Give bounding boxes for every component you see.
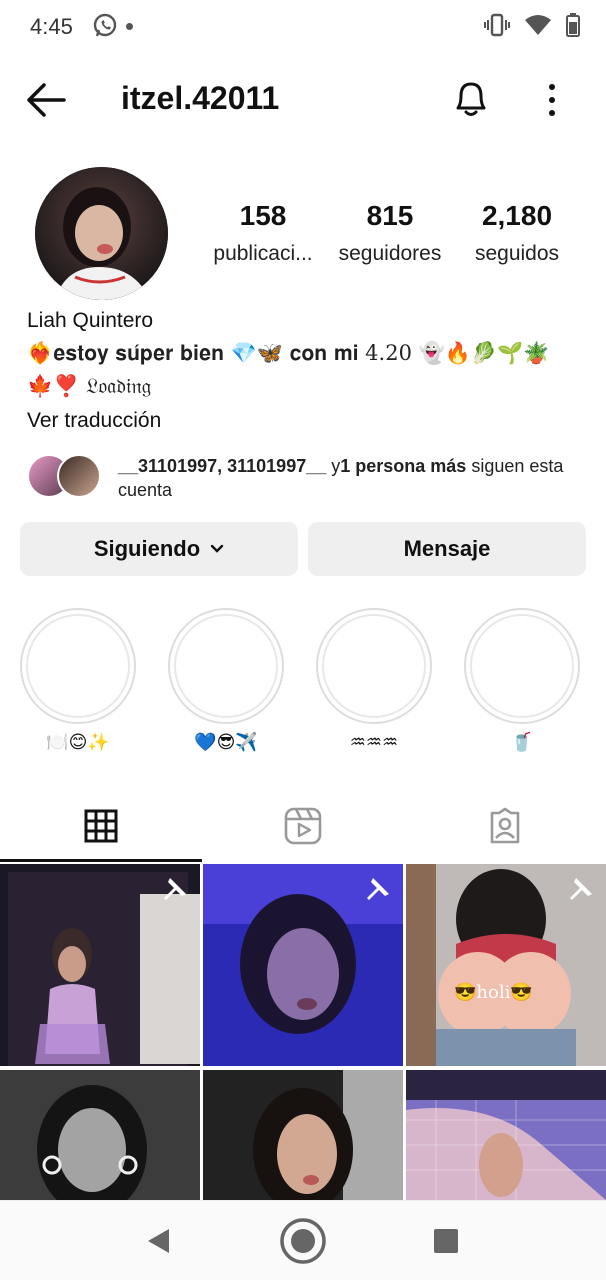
nav-recents-icon	[434, 1229, 458, 1253]
post-image	[203, 1070, 403, 1200]
bell-icon[interactable]	[452, 78, 490, 118]
profile-full-name: Liah Quintero	[27, 309, 154, 332]
profile-stats: 158 publicaci... 815 seguidores 2,180 se…	[200, 200, 580, 266]
following-button-label: Siguiendo	[93, 536, 201, 561]
message-button-label: Mensaje	[403, 536, 491, 561]
nav-home-button[interactable]	[263, 1201, 343, 1281]
nav-back-icon	[148, 1229, 169, 1253]
tab-tagged[interactable]	[404, 790, 606, 862]
status-bar: 4:45	[0, 0, 606, 52]
reels-icon	[284, 807, 322, 845]
tab-posts-grid[interactable]	[0, 790, 202, 862]
followed-by-names: __31101997, 31101997__	[118, 456, 327, 476]
battery-icon	[566, 13, 580, 37]
highlight-item[interactable]: ♒♒♒	[316, 608, 432, 756]
followed-by-connector: y	[326, 456, 341, 476]
stat-posts[interactable]: 158 publicaci...	[200, 200, 326, 266]
stat-posts-count: 158	[239, 200, 287, 231]
tab-reels[interactable]	[202, 790, 404, 862]
following-button[interactable]: Siguiendo	[20, 522, 298, 576]
highlight-ring	[316, 608, 432, 724]
post-thumbnail[interactable]	[203, 1070, 403, 1200]
stat-posts-label: publicaci...	[213, 242, 313, 265]
highlight-item[interactable]: 🥤	[464, 608, 580, 756]
tagged-person-icon	[490, 807, 520, 844]
highlight-ring	[20, 608, 136, 724]
nav-recents-button[interactable]	[406, 1201, 486, 1281]
followed-by[interactable]: __31101997, 31101997__ y1 persona más si…	[27, 452, 587, 502]
stat-following-count: 2,180	[481, 200, 553, 231]
stat-followers-count: 815	[366, 200, 414, 231]
nav-home-icon	[280, 1218, 326, 1264]
stat-followers-label: seguidores	[338, 242, 442, 265]
see-translation-link[interactable]: Ver traducción	[27, 409, 587, 433]
profile-header: itzel.42011	[0, 60, 606, 140]
grid-icon	[84, 809, 118, 843]
status-icons	[484, 13, 580, 37]
status-time: 4:45	[30, 14, 73, 39]
message-button[interactable]: Mensaje	[308, 522, 586, 576]
profile-avatar[interactable]	[35, 167, 168, 300]
post-overlay-caption: 😎holi😎	[454, 982, 533, 1003]
stat-followers[interactable]: 815 seguidores	[327, 200, 453, 266]
followed-by-more: 1 persona más	[340, 456, 467, 476]
highlight-ring	[168, 608, 284, 724]
notification-dot	[126, 23, 133, 30]
highlight-caption: 💙😎✈️	[194, 732, 258, 752]
story-highlights: 🍽️😊✨ 💙😎✈️ ♒♒♒ 🥤	[20, 608, 586, 768]
posts-grid: 😎holi😎	[0, 864, 606, 1200]
post-thumbnail[interactable]: 😎holi😎	[406, 864, 606, 1066]
vibrate-icon	[484, 13, 510, 37]
more-options-icon[interactable]	[540, 82, 564, 118]
profile-bio: Liah Quintero ❤️‍🔥𝐞𝐬𝐭𝐨𝐲 𝐬𝐮́𝐩𝐞𝐫 𝐛𝐢𝐞𝐧 💎🦋 𝐜…	[27, 309, 587, 433]
stat-following-label: seguidos	[474, 242, 560, 265]
highlight-caption: 🥤	[510, 732, 534, 752]
stat-following[interactable]: 2,180 seguidos	[454, 200, 580, 266]
post-thumbnail[interactable]	[0, 864, 200, 1066]
post-thumbnail[interactable]	[0, 1070, 200, 1200]
system-navigation-bar	[0, 1200, 606, 1280]
pin-icon	[367, 878, 389, 900]
highlight-caption: 🍽️😊✨	[46, 732, 110, 752]
highlight-caption: ♒♒♒	[349, 732, 399, 752]
profile-username: itzel.42011	[121, 80, 280, 116]
follower-avatar	[57, 454, 101, 498]
chevron-down-icon	[210, 544, 224, 553]
followed-by-text: __31101997, 31101997__ y1 persona más si…	[118, 454, 578, 502]
post-thumbnail[interactable]	[203, 864, 403, 1066]
avatar-photo	[35, 167, 168, 300]
profile-tabs	[0, 790, 606, 862]
wifi-icon	[525, 15, 551, 35]
follower-avatars	[27, 452, 107, 500]
highlight-ring	[464, 608, 580, 724]
pin-icon	[164, 878, 186, 900]
nav-back-button[interactable]	[118, 1201, 198, 1281]
back-arrow-icon[interactable]	[26, 82, 66, 118]
whatsapp-icon	[93, 13, 117, 37]
bio-line-2: 🍁❣️ 𝔏𝔬𝔞𝔡𝔦𝔫𝔤	[27, 374, 152, 398]
highlight-item[interactable]: 🍽️😊✨	[20, 608, 136, 756]
post-image	[0, 1070, 200, 1200]
post-thumbnail[interactable]	[406, 1070, 606, 1200]
post-image	[406, 1070, 606, 1200]
pin-icon	[570, 878, 592, 900]
highlight-item[interactable]: 💙😎✈️	[168, 608, 284, 756]
bio-line-1: ❤️‍🔥𝐞𝐬𝐭𝐨𝐲 𝐬𝐮́𝐩𝐞𝐫 𝐛𝐢𝐞𝐧 💎🦋 𝐜𝐨𝐧 𝐦𝐢 4.20 👻🔥🥬…	[27, 341, 550, 365]
